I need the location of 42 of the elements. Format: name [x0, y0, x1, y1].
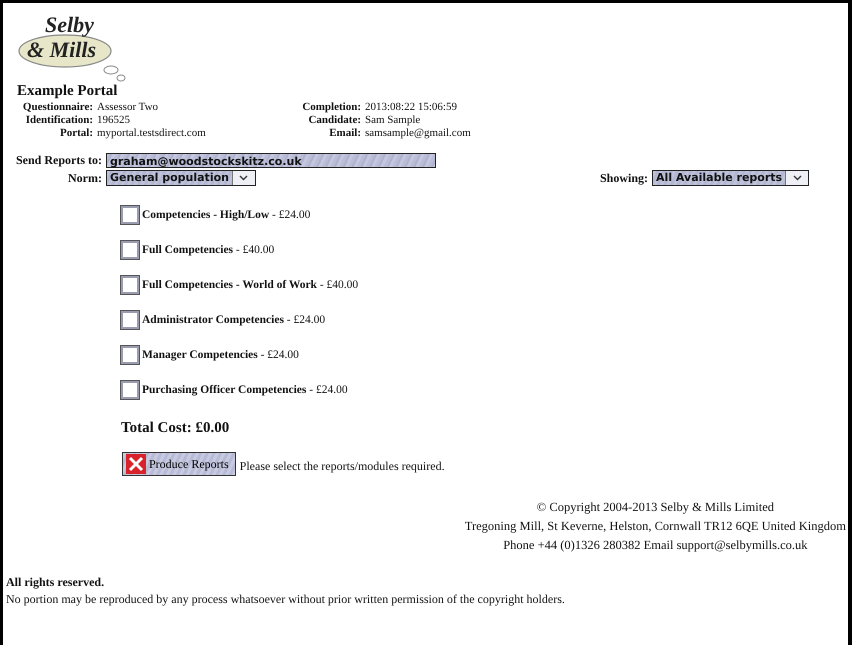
send-reports-label: Send Reports to: — [15, 153, 102, 168]
detail-value: Assessor Two — [97, 101, 160, 113]
footer-line: Tregoning Mill, St Keverne, Helston, Cornwall TR12 6QE United Kingdom — [464, 518, 846, 535]
detail-label: Portal: — [59, 127, 93, 139]
detail-value: samsample@gmail.com — [365, 127, 471, 139]
portal-title: Example Portal — [17, 83, 118, 100]
send-reports-field[interactable]: graham@woodstockskitz.co.uk — [106, 153, 436, 168]
detail-label: Identification: — [24, 114, 93, 126]
report-checkbox[interactable] — [121, 206, 139, 224]
logo: Selby & Mills — [15, 7, 130, 83]
showing-label: Showing: — [600, 170, 648, 186]
detail-label: Completion: — [301, 101, 361, 113]
showing-dropdown[interactable]: All Available reports — [652, 170, 810, 186]
detail-label: Questionnaire: — [22, 101, 93, 113]
detail-label: Candidate: — [307, 114, 361, 126]
total-cost: Total Cost: £0.00 — [121, 420, 230, 437]
report-checkbox[interactable] — [121, 346, 139, 364]
detail-value: Sam Sample — [365, 114, 422, 126]
report-label[interactable]: Manager Competencies - £24.00 — [142, 349, 299, 361]
report-label[interactable]: Administrator Competencies - £24.00 — [142, 314, 326, 326]
chevron-down-icon — [239, 175, 248, 181]
detail-value: 2013:08:22 15:06:59 — [365, 101, 458, 113]
norm-dropdown[interactable]: General population — [106, 170, 256, 186]
footer-line: Phone +44 (0)1326 280382 Email support@selbymills.co.uk — [503, 537, 808, 554]
footer-line: © Copyright 2004-2013 Selby & Mills Limited — [536, 499, 774, 516]
rights-text: No portion may be reproduced by any process whatsoever without prior written permission of the copyright holders. — [6, 591, 566, 608]
report-checkbox[interactable] — [121, 381, 139, 399]
chevron-down-icon — [792, 175, 802, 181]
status-message: Please select the reports/modules required. — [240, 458, 445, 474]
report-label[interactable]: Full Competencies - World of Work - £40.00 — [142, 279, 358, 291]
report-label[interactable]: Purchasing Officer Competencies - £24.00 — [142, 384, 348, 396]
report-checkbox[interactable] — [121, 276, 139, 294]
report-label[interactable]: Competencies - High/Low - £24.00 — [142, 209, 310, 221]
detail-value: 196525 — [97, 114, 131, 126]
cross-icon — [126, 454, 146, 474]
report-label[interactable]: Full Competencies - £40.00 — [142, 244, 274, 256]
report-checkbox[interactable] — [121, 311, 139, 329]
report-checkbox[interactable] — [121, 241, 139, 259]
norm-label: Norm: — [67, 170, 102, 186]
detail-value: myportal.testsdirect.com — [97, 127, 207, 139]
rights-title: All rights reserved. — [6, 574, 106, 591]
detail-label: Email: — [328, 127, 361, 139]
